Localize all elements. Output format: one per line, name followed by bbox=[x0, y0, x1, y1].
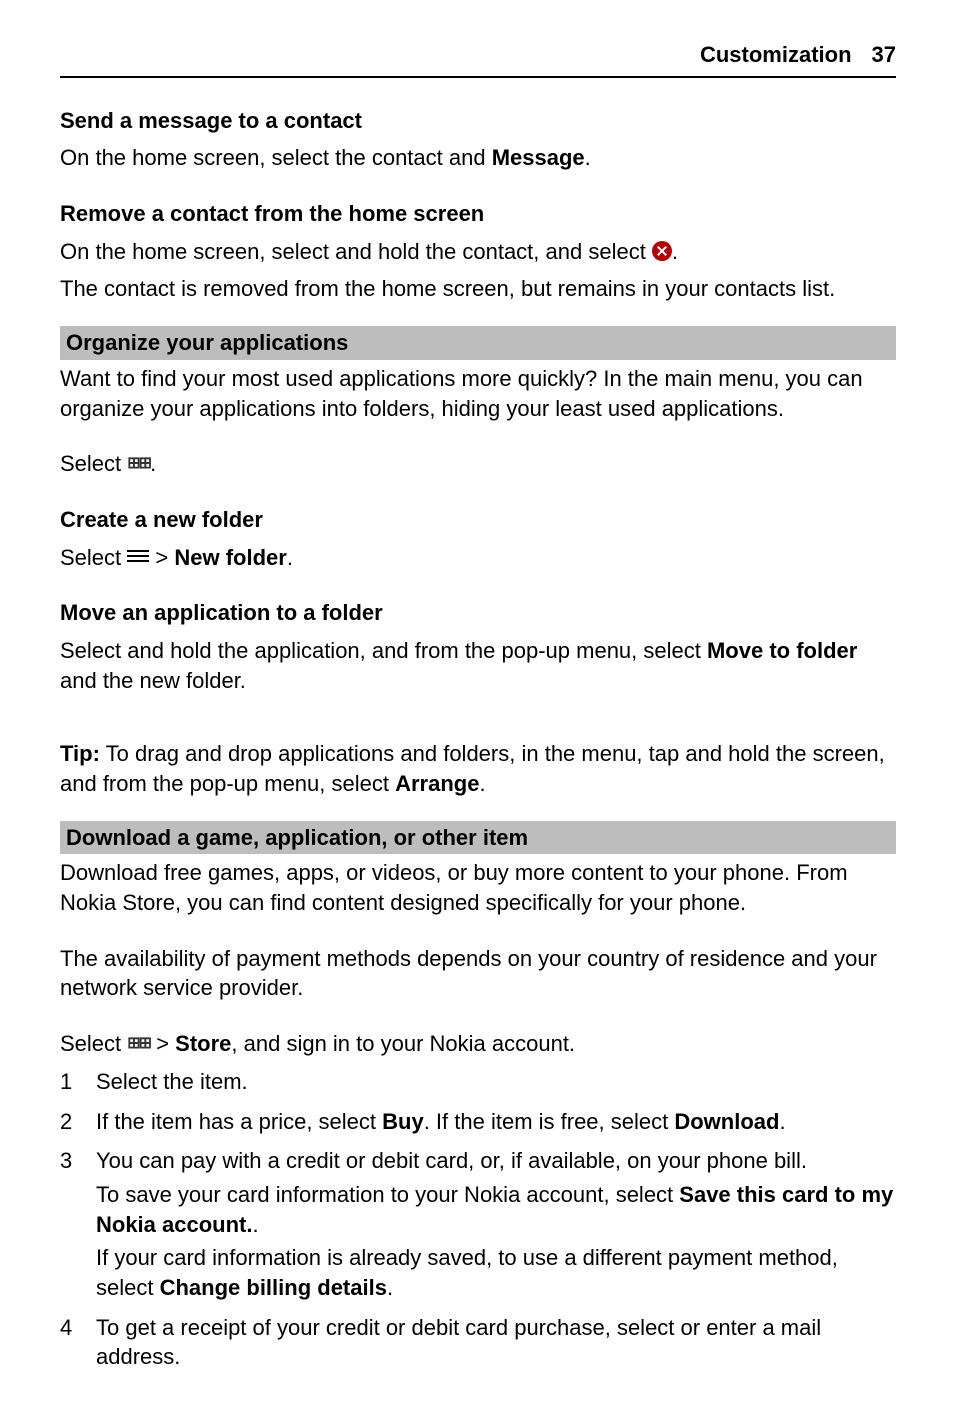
inline-bold: Store bbox=[175, 1031, 231, 1056]
header-title: Customization bbox=[700, 40, 852, 70]
text: > bbox=[150, 1031, 175, 1056]
text: Select the item. bbox=[96, 1067, 896, 1097]
step-text: If the item has a price, select Buy. If … bbox=[96, 1107, 896, 1141]
inline-bold: Message bbox=[492, 145, 585, 170]
text: To get a receipt of your credit or debit… bbox=[96, 1313, 896, 1372]
step-number: 2 bbox=[60, 1107, 96, 1141]
section-heading-create-folder: Create a new folder bbox=[60, 505, 896, 535]
text: To save your card information to your No… bbox=[96, 1180, 896, 1239]
text: To save your card information to your No… bbox=[96, 1182, 679, 1207]
body-text: Select ⊞⊞ > Store, and sign in to your N… bbox=[60, 1029, 896, 1059]
body-text: The availability of payment methods depe… bbox=[60, 944, 896, 1003]
text: . bbox=[779, 1109, 785, 1134]
text: . bbox=[585, 145, 591, 170]
text: Select bbox=[60, 451, 127, 476]
text: Select bbox=[60, 545, 127, 570]
step-number: 3 bbox=[60, 1146, 96, 1306]
text: and the new folder. bbox=[60, 668, 246, 693]
section-heading-remove-contact: Remove a contact from the home screen bbox=[60, 199, 896, 229]
page-header: Customization 37 bbox=[60, 40, 896, 78]
step-number: 1 bbox=[60, 1067, 96, 1101]
text: . bbox=[479, 771, 485, 796]
manual-page: Customization 37 Send a message to a con… bbox=[0, 0, 954, 1416]
text: . bbox=[287, 545, 293, 570]
step-text: Select the item. bbox=[96, 1067, 896, 1101]
text: If the item has a price, select Buy. If … bbox=[96, 1107, 896, 1137]
tip-text: Tip: To drag and drop applications and f… bbox=[60, 739, 896, 798]
ordered-steps: 1 Select the item. 2 If the item has a p… bbox=[60, 1067, 896, 1376]
text: > bbox=[149, 545, 174, 570]
text: If your card information is already save… bbox=[96, 1243, 896, 1302]
step-text: To get a receipt of your credit or debit… bbox=[96, 1313, 896, 1376]
text: Select and hold the application, and fro… bbox=[60, 638, 707, 663]
page-number: 37 bbox=[872, 40, 896, 70]
body-text: Select ⊞⊞. bbox=[60, 449, 896, 479]
inline-bold: Arrange bbox=[395, 771, 479, 796]
section-bar-download: Download a game, application, or other i… bbox=[60, 821, 896, 855]
inline-bold: Change billing details bbox=[160, 1275, 387, 1300]
inline-bold: Buy bbox=[382, 1109, 424, 1134]
inline-bold: Move to folder bbox=[707, 638, 857, 663]
body-text: On the home screen, select and hold the … bbox=[60, 237, 896, 267]
step-text: You can pay with a credit or debit card,… bbox=[96, 1146, 896, 1306]
inline-bold: Download bbox=[674, 1109, 779, 1134]
text: . bbox=[387, 1275, 393, 1300]
body-text: Select > New folder. bbox=[60, 543, 896, 573]
tip-label: Tip: bbox=[60, 741, 100, 766]
inline-bold: New folder bbox=[174, 545, 286, 570]
text: Select bbox=[60, 1031, 127, 1056]
section-heading-send-message: Send a message to a contact bbox=[60, 106, 896, 136]
text: On the home screen, select the contact a… bbox=[60, 145, 492, 170]
body-text: Want to find your most used applications… bbox=[60, 364, 896, 423]
step-number: 4 bbox=[60, 1313, 96, 1376]
text: . bbox=[150, 451, 156, 476]
text: . bbox=[252, 1212, 258, 1237]
body-text: The contact is removed from the home scr… bbox=[60, 274, 896, 304]
body-text: Download free games, apps, or videos, or… bbox=[60, 858, 896, 917]
section-heading-move-app: Move an application to a folder bbox=[60, 598, 896, 628]
text: On the home screen, select and hold the … bbox=[60, 239, 652, 264]
text: If the item has a price, select bbox=[96, 1109, 382, 1134]
text: . bbox=[672, 239, 678, 264]
remove-icon bbox=[652, 241, 672, 261]
text: . If the item is free, select bbox=[424, 1109, 675, 1134]
apps-grid-icon: ⊞⊞ bbox=[127, 1033, 150, 1055]
body-text: On the home screen, select the contact a… bbox=[60, 143, 896, 173]
options-menu-icon bbox=[127, 547, 149, 565]
section-bar-organize: Organize your applications bbox=[60, 326, 896, 360]
text: You can pay with a credit or debit card,… bbox=[96, 1146, 896, 1176]
body-text: Select and hold the application, and fro… bbox=[60, 636, 896, 695]
apps-grid-icon: ⊞⊞ bbox=[127, 453, 150, 475]
text: , and sign in to your Nokia account. bbox=[231, 1031, 575, 1056]
